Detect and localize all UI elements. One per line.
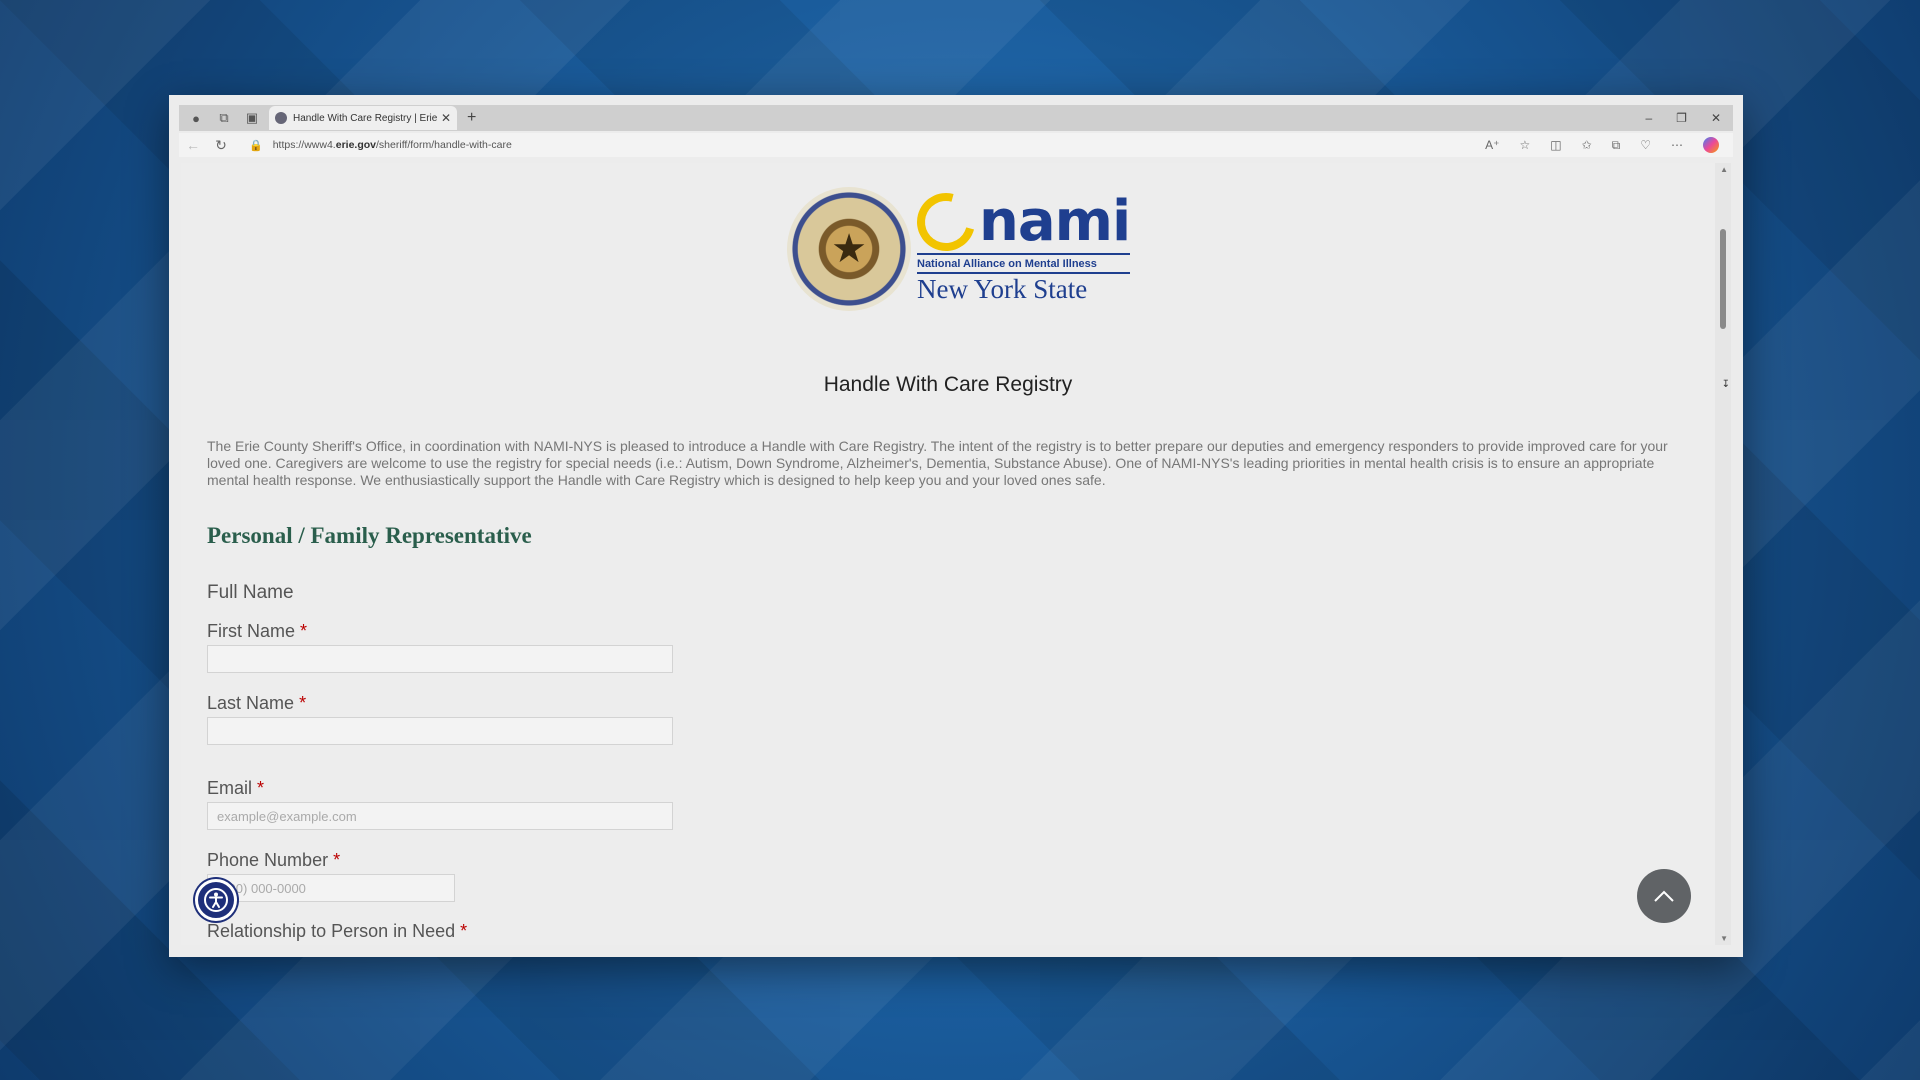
tab-active[interactable]: Handle With Care Registry | Erie C ✕ bbox=[269, 106, 457, 130]
header-logos: ★ nami National Alliance on Mental Illne… bbox=[787, 182, 1131, 311]
nami-logo: nami National Alliance on Mental Illness… bbox=[906, 182, 1131, 305]
section-heading: Personal / Family Representative bbox=[207, 523, 532, 548]
scroll-down-icon[interactable]: ▼ bbox=[1720, 934, 1728, 943]
nami-state: New York State bbox=[917, 272, 1131, 305]
new-tab-icon[interactable]: + bbox=[467, 109, 476, 127]
sheriff-seal-logo: ★ bbox=[787, 187, 911, 311]
page-title: Handle With Care Registry bbox=[823, 373, 1073, 396]
chevron-up-icon bbox=[1654, 890, 1674, 902]
tab-bar: ● ⧉ ▣ Handle With Care Registry | Erie C… bbox=[179, 105, 1733, 131]
browser-essentials-icon[interactable]: ♡ bbox=[1640, 138, 1651, 152]
page-scrollbar[interactable]: ▲ ▼ bbox=[1715, 163, 1731, 945]
close-tab-icon[interactable]: ✕ bbox=[441, 111, 451, 125]
phone-label: Phone Number * bbox=[207, 850, 341, 870]
read-aloud-icon[interactable]: A⁺ bbox=[1485, 138, 1499, 152]
more-menu-icon[interactable]: ⋯ bbox=[1671, 138, 1683, 152]
favorites-icon[interactable]: ✩ bbox=[1582, 138, 1592, 152]
nami-subtitle: National Alliance on Mental Illness bbox=[917, 253, 1131, 270]
close-window-icon[interactable]: ✕ bbox=[1711, 111, 1721, 125]
browser-window: ● ⧉ ▣ Handle With Care Registry | Erie C… bbox=[169, 95, 1743, 957]
email-input[interactable] bbox=[207, 802, 673, 830]
address-bar: ← ↻ 🔒 https://www4.erie.gov/sheriff/form… bbox=[179, 133, 1733, 157]
copilot-icon[interactable] bbox=[1703, 137, 1719, 153]
back-icon[interactable]: ← bbox=[179, 137, 207, 153]
toolbar-icons: A⁺ ☆ ◫ ✩ ⧉ ♡ ⋯ bbox=[1485, 137, 1733, 153]
collections-icon[interactable]: ⧉ bbox=[213, 107, 235, 129]
collections-toolbar-icon[interactable]: ⧉ bbox=[1612, 138, 1621, 153]
minimize-icon[interactable]: – bbox=[1645, 111, 1652, 125]
profile-icon[interactable]: ● bbox=[185, 107, 207, 129]
relationship-label: Relationship to Person in Need * bbox=[207, 921, 468, 941]
first-name-label: First Name * bbox=[207, 621, 308, 641]
favorite-star-icon[interactable]: ☆ bbox=[1519, 138, 1530, 152]
side-expand-icon[interactable]: ↧ bbox=[1722, 379, 1730, 390]
refresh-icon[interactable]: ↻ bbox=[207, 137, 235, 154]
restore-icon[interactable]: ❐ bbox=[1676, 111, 1687, 125]
intro-paragraph: The Erie County Sheriff's Office, in coo… bbox=[207, 438, 1668, 488]
lock-icon[interactable]: 🔒 bbox=[249, 139, 263, 152]
window-controls: – ❐ ✕ bbox=[1645, 111, 1733, 125]
url-field[interactable]: https://www4.erie.gov/sheriff/form/handl… bbox=[273, 139, 512, 151]
nami-swirl-icon bbox=[906, 182, 986, 262]
scroll-up-icon[interactable]: ▲ bbox=[1720, 165, 1728, 174]
accessibility-icon bbox=[204, 888, 228, 912]
page-viewport: ★ nami National Alliance on Mental Illne… bbox=[181, 163, 1731, 945]
accessibility-button[interactable] bbox=[195, 879, 237, 921]
first-name-input[interactable] bbox=[207, 645, 673, 673]
tab-actions-icon[interactable]: ▣ bbox=[241, 107, 263, 129]
split-screen-icon[interactable]: ◫ bbox=[1550, 138, 1561, 152]
scroll-to-top-button[interactable] bbox=[1637, 869, 1691, 923]
phone-input[interactable] bbox=[207, 874, 455, 902]
tab-title: Handle With Care Registry | Erie C bbox=[293, 112, 437, 124]
last-name-input[interactable] bbox=[207, 717, 673, 745]
scroll-thumb[interactable] bbox=[1720, 229, 1726, 329]
favicon-icon bbox=[275, 112, 287, 124]
full-name-group-label: Full Name bbox=[207, 582, 294, 603]
email-label: Email * bbox=[207, 778, 265, 798]
nami-wordmark: nami bbox=[979, 189, 1131, 254]
last-name-label: Last Name * bbox=[207, 693, 307, 713]
